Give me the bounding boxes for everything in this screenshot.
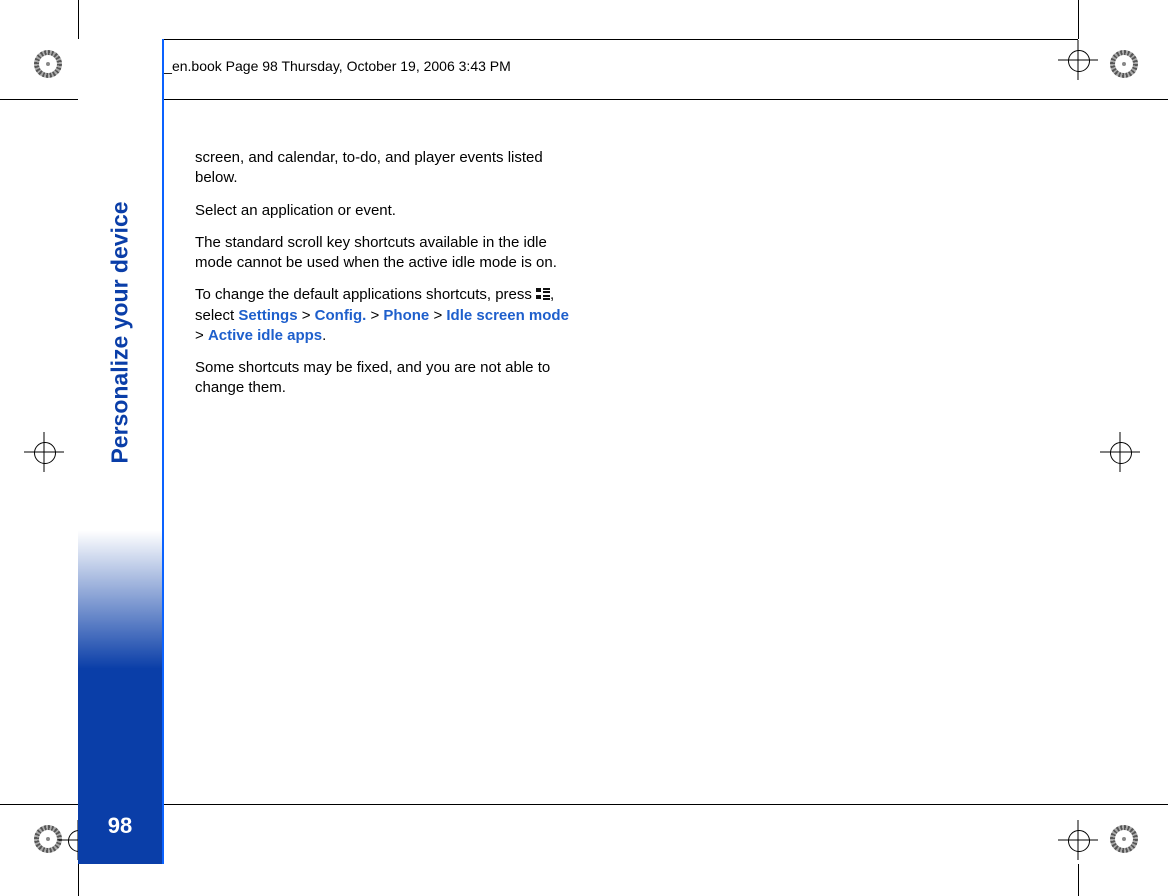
paragraph: Some shortcuts may be fixed, and you are… bbox=[195, 358, 570, 399]
gt-separator: > bbox=[370, 307, 379, 324]
menu-path-item: Phone bbox=[383, 307, 429, 324]
menu-path-item: Config. bbox=[315, 307, 367, 324]
section-title: Personalize your device bbox=[107, 201, 134, 463]
trim-line bbox=[0, 804, 1168, 805]
registration-mark bbox=[1058, 820, 1098, 860]
paragraph: To change the default applications short… bbox=[195, 285, 570, 346]
crop-mark bbox=[78, 0, 79, 39]
menu-path-item: Idle screen mode bbox=[446, 307, 569, 324]
paragraph: Select an application or event. bbox=[195, 201, 570, 221]
crop-mark bbox=[78, 864, 79, 896]
paragraph: screen, and calendar, to-do, and player … bbox=[195, 148, 570, 189]
colorwheel-icon bbox=[34, 50, 62, 78]
registration-mark bbox=[1058, 40, 1098, 80]
text-run: . bbox=[322, 327, 326, 344]
crop-mark bbox=[1078, 864, 1079, 896]
section-sidebar: Personalize your device 98 bbox=[78, 39, 162, 864]
registration-mark bbox=[1100, 432, 1140, 472]
gt-separator: > bbox=[302, 307, 311, 324]
text-run: To change the default applications short… bbox=[195, 286, 536, 303]
page-number: 98 bbox=[78, 813, 162, 839]
sidebar-divider bbox=[162, 39, 164, 864]
registration-mark bbox=[24, 432, 64, 472]
body-text-column: screen, and calendar, to-do, and player … bbox=[195, 148, 570, 411]
running-header: R1114_en.book Page 98 Thursday, October … bbox=[125, 58, 511, 74]
colorwheel-icon bbox=[1110, 50, 1138, 78]
crop-mark bbox=[1078, 0, 1079, 39]
menu-path-item: Active idle apps bbox=[208, 327, 322, 344]
trim-line bbox=[0, 99, 1168, 100]
gt-separator: > bbox=[433, 307, 442, 324]
menu-path-item: Settings bbox=[238, 307, 297, 324]
paragraph: The standard scroll key shortcuts availa… bbox=[195, 233, 570, 274]
gt-separator: > bbox=[195, 327, 204, 344]
menu-key-icon bbox=[536, 288, 550, 300]
header-underline bbox=[78, 39, 1078, 40]
colorwheel-icon bbox=[1110, 825, 1138, 853]
